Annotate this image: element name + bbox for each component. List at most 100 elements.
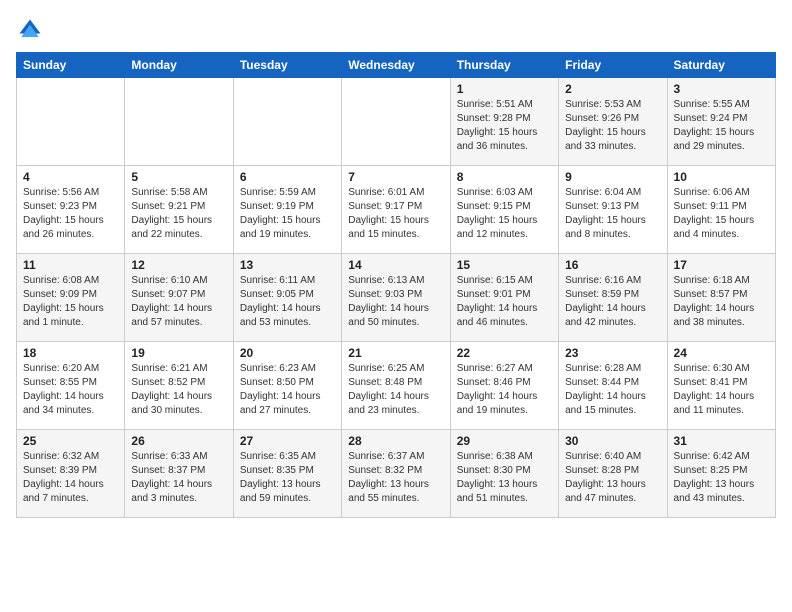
calendar-cell: 19Sunrise: 6:21 AMSunset: 8:52 PMDayligh… (125, 342, 233, 430)
calendar-cell: 18 Sunrise: 6:20 AMSunset: 8:55 PMDayligh… (17, 342, 125, 430)
day-info: Sunrise: 6:28 AMSunset: 8:44 PMDaylight:… (565, 362, 660, 418)
calendar-cell: 12 Sunrise: 6:10 AMSunset: 9:07 PMDayligh… (125, 254, 233, 342)
day-header-friday: Friday (559, 53, 667, 78)
calendar-cell: 28 Sunrise: 6:37 AMSunset: 8:32 PMDayligh… (342, 430, 450, 518)
day-number: 5 (131, 170, 226, 184)
day-number: 12 (131, 258, 226, 272)
calendar-week-1: 1 Sunrise: 5:51 AMSunset: 9:28 PMDaylight… (17, 78, 776, 166)
calendar-cell: 22 Sunrise: 6:27 AMSunset: 8:46 PMDayligh… (450, 342, 558, 430)
day-number: 6 (240, 170, 335, 184)
day-number: 1 (457, 82, 552, 96)
page-header (16, 16, 776, 44)
calendar-cell: 6 Sunrise: 5:59 AMSunset: 9:19 PMDaylight… (233, 166, 341, 254)
calendar-cell: 17Sunrise: 6:18 AMSunset: 8:57 PMDayligh… (667, 254, 775, 342)
day-info: Sunrise: 6:11 AMSunset: 9:05 PMDaylight:… (240, 274, 335, 330)
calendar-cell: 7Sunrise: 6:01 AMSunset: 9:17 PMDaylight… (342, 166, 450, 254)
calendar-week-5: 25 Sunrise: 6:32 AMSunset: 8:39 PMDayligh… (17, 430, 776, 518)
day-number: 15 (457, 258, 552, 272)
day-header-tuesday: Tuesday (233, 53, 341, 78)
calendar-cell: 8 Sunrise: 6:03 AMSunset: 9:15 PMDaylight… (450, 166, 558, 254)
day-number: 3 (674, 82, 769, 96)
calendar-cell: 25 Sunrise: 6:32 AMSunset: 8:39 PMDayligh… (17, 430, 125, 518)
day-header-saturday: Saturday (667, 53, 775, 78)
day-header-sunday: Sunday (17, 53, 125, 78)
day-info: Sunrise: 6:15 AMSunset: 9:01 PMDaylight:… (457, 274, 552, 330)
day-number: 8 (457, 170, 552, 184)
calendar-week-2: 4 Sunrise: 5:56 AMSunset: 9:23 PMDaylight… (17, 166, 776, 254)
day-info: Sunrise: 6:06 AMSunset: 9:11 PMDaylight:… (674, 186, 769, 242)
day-info: Sunrise: 6:37 AMSunset: 8:32 PMDaylight:… (348, 450, 443, 506)
day-info: Sunrise: 6:30 AMSunset: 8:41 PMDaylight:… (674, 362, 769, 418)
day-number: 4 (23, 170, 118, 184)
day-info: Sunrise: 6:38 AMSunset: 8:30 PMDaylight:… (457, 450, 552, 506)
calendar-cell: 9 Sunrise: 6:04 AMSunset: 9:13 PMDaylight… (559, 166, 667, 254)
day-info: Sunrise: 6:27 AMSunset: 8:46 PMDaylight:… (457, 362, 552, 418)
day-info: Sunrise: 6:35 AMSunset: 8:35 PMDaylight:… (240, 450, 335, 506)
day-number: 26 (131, 434, 226, 448)
calendar-cell: 24Sunrise: 6:30 AMSunset: 8:41 PMDayligh… (667, 342, 775, 430)
day-number: 23 (565, 346, 660, 360)
day-info: Sunrise: 5:53 AMSunset: 9:26 PMDaylight:… (565, 98, 660, 154)
calendar-table: SundayMondayTuesdayWednesdayThursdayFrid… (16, 52, 776, 518)
day-info: Sunrise: 6:08 AMSunset: 9:09 PMDaylight:… (23, 274, 118, 330)
calendar-cell (17, 78, 125, 166)
day-info: Sunrise: 5:55 AMSunset: 9:24 PMDaylight:… (674, 98, 769, 154)
day-header-monday: Monday (125, 53, 233, 78)
calendar-cell: 13 Sunrise: 6:11 AMSunset: 9:05 PMDayligh… (233, 254, 341, 342)
calendar-cell: 23 Sunrise: 6:28 AMSunset: 8:44 PMDayligh… (559, 342, 667, 430)
calendar-cell: 27 Sunrise: 6:35 AMSunset: 8:35 PMDayligh… (233, 430, 341, 518)
day-info: Sunrise: 6:23 AMSunset: 8:50 PMDaylight:… (240, 362, 335, 418)
calendar-cell (233, 78, 341, 166)
day-number: 29 (457, 434, 552, 448)
calendar-week-4: 18 Sunrise: 6:20 AMSunset: 8:55 PMDayligh… (17, 342, 776, 430)
calendar-cell: 31Sunrise: 6:42 AMSunset: 8:25 PMDayligh… (667, 430, 775, 518)
day-number: 28 (348, 434, 443, 448)
day-number: 2 (565, 82, 660, 96)
day-info: Sunrise: 6:03 AMSunset: 9:15 PMDaylight:… (457, 186, 552, 242)
day-info: Sunrise: 6:16 AMSunset: 8:59 PMDaylight:… (565, 274, 660, 330)
logo-icon (16, 16, 44, 44)
day-header-thursday: Thursday (450, 53, 558, 78)
calendar-cell: 3 Sunrise: 5:55 AMSunset: 9:24 PMDaylight… (667, 78, 775, 166)
day-info: Sunrise: 5:51 AMSunset: 9:28 PMDaylight:… (457, 98, 552, 154)
calendar-cell (125, 78, 233, 166)
day-number: 10 (674, 170, 769, 184)
day-number: 17 (674, 258, 769, 272)
day-number: 16 (565, 258, 660, 272)
day-info: Sunrise: 6:33 AMSunset: 8:37 PMDaylight:… (131, 450, 226, 506)
day-info: Sunrise: 5:56 AMSunset: 9:23 PMDaylight:… (23, 186, 118, 242)
day-number: 9 (565, 170, 660, 184)
day-info: Sunrise: 6:10 AMSunset: 9:07 PMDaylight:… (131, 274, 226, 330)
day-info: Sunrise: 6:40 AMSunset: 8:28 PMDaylight:… (565, 450, 660, 506)
calendar-cell: 11 Sunrise: 6:08 AMSunset: 9:09 PMDayligh… (17, 254, 125, 342)
day-number: 18 (23, 346, 118, 360)
day-number: 25 (23, 434, 118, 448)
calendar-cell: 10 Sunrise: 6:06 AMSunset: 9:11 PMDayligh… (667, 166, 775, 254)
day-number: 27 (240, 434, 335, 448)
calendar-cell: 30 Sunrise: 6:40 AMSunset: 8:28 PMDayligh… (559, 430, 667, 518)
calendar-cell: 21Sunrise: 6:25 AMSunset: 8:48 PMDayligh… (342, 342, 450, 430)
day-number: 11 (23, 258, 118, 272)
day-number: 20 (240, 346, 335, 360)
calendar-cell: 4 Sunrise: 5:56 AMSunset: 9:23 PMDaylight… (17, 166, 125, 254)
day-number: 22 (457, 346, 552, 360)
day-number: 30 (565, 434, 660, 448)
logo (16, 16, 48, 44)
calendar-cell: 20 Sunrise: 6:23 AMSunset: 8:50 PMDayligh… (233, 342, 341, 430)
day-number: 7 (348, 170, 443, 184)
calendar-cell: 14Sunrise: 6:13 AMSunset: 9:03 PMDayligh… (342, 254, 450, 342)
day-info: Sunrise: 5:59 AMSunset: 9:19 PMDaylight:… (240, 186, 335, 242)
day-info: Sunrise: 6:42 AMSunset: 8:25 PMDaylight:… (674, 450, 769, 506)
day-info: Sunrise: 5:58 AMSunset: 9:21 PMDaylight:… (131, 186, 226, 242)
day-info: Sunrise: 6:25 AMSunset: 8:48 PMDaylight:… (348, 362, 443, 418)
day-info: Sunrise: 6:20 AMSunset: 8:55 PMDaylight:… (23, 362, 118, 418)
day-number: 13 (240, 258, 335, 272)
day-info: Sunrise: 6:04 AMSunset: 9:13 PMDaylight:… (565, 186, 660, 242)
calendar-cell (342, 78, 450, 166)
days-header-row: SundayMondayTuesdayWednesdayThursdayFrid… (17, 53, 776, 78)
calendar-week-3: 11 Sunrise: 6:08 AMSunset: 9:09 PMDayligh… (17, 254, 776, 342)
calendar-cell: 26 Sunrise: 6:33 AMSunset: 8:37 PMDayligh… (125, 430, 233, 518)
day-info: Sunrise: 6:32 AMSunset: 8:39 PMDaylight:… (23, 450, 118, 506)
day-info: Sunrise: 6:21 AMSunset: 8:52 PMDaylight:… (131, 362, 226, 418)
day-header-wednesday: Wednesday (342, 53, 450, 78)
